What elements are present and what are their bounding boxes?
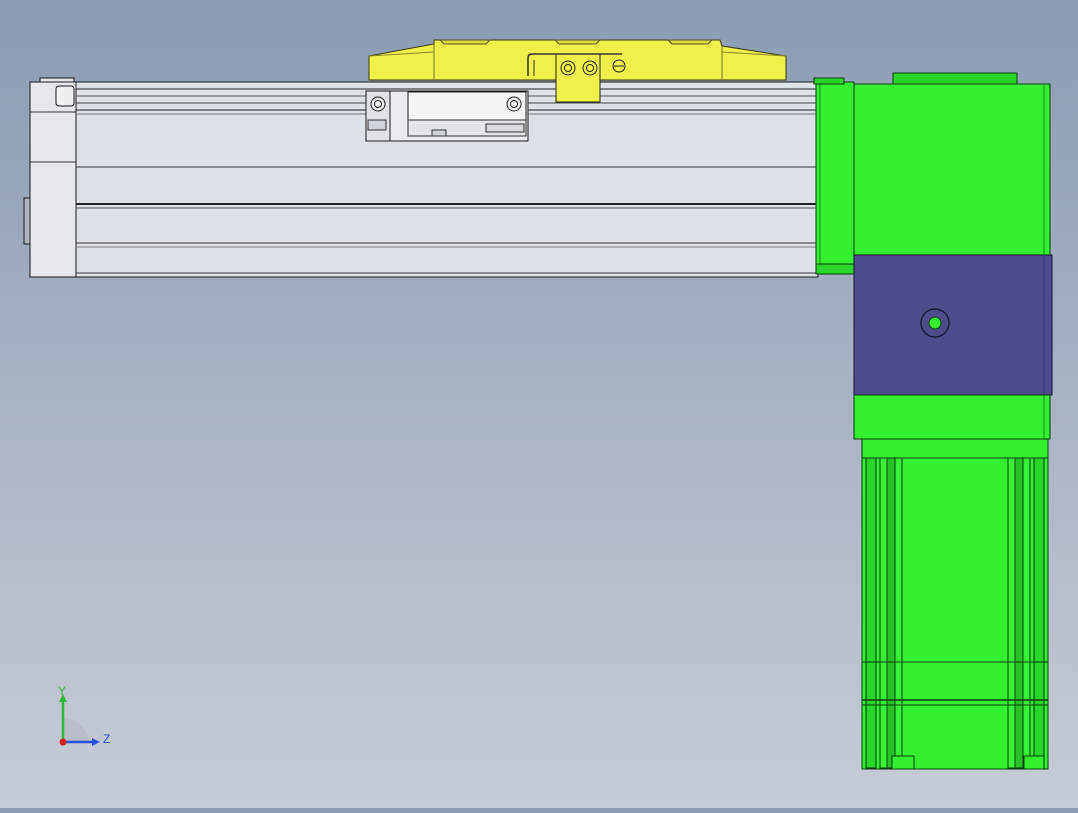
rail-end-cap[interactable]	[23, 77, 77, 278]
axis-triad: Y Z	[50, 684, 120, 756]
triad-plane-icon	[63, 717, 89, 742]
motor-flange[interactable]	[813, 77, 855, 275]
rail-slider-block[interactable]	[365, 90, 529, 142]
coupling-housing[interactable]	[853, 254, 1053, 396]
z-axis-label: Z	[103, 732, 111, 746]
gearbox-upper[interactable]	[853, 72, 1051, 257]
cad-viewport[interactable]	[0, 0, 1078, 808]
y-axis-label: Y	[58, 684, 67, 698]
stepper-motor[interactable]	[861, 438, 1049, 770]
motor-shaft	[928, 316, 942, 330]
origin-dot	[59, 738, 67, 746]
